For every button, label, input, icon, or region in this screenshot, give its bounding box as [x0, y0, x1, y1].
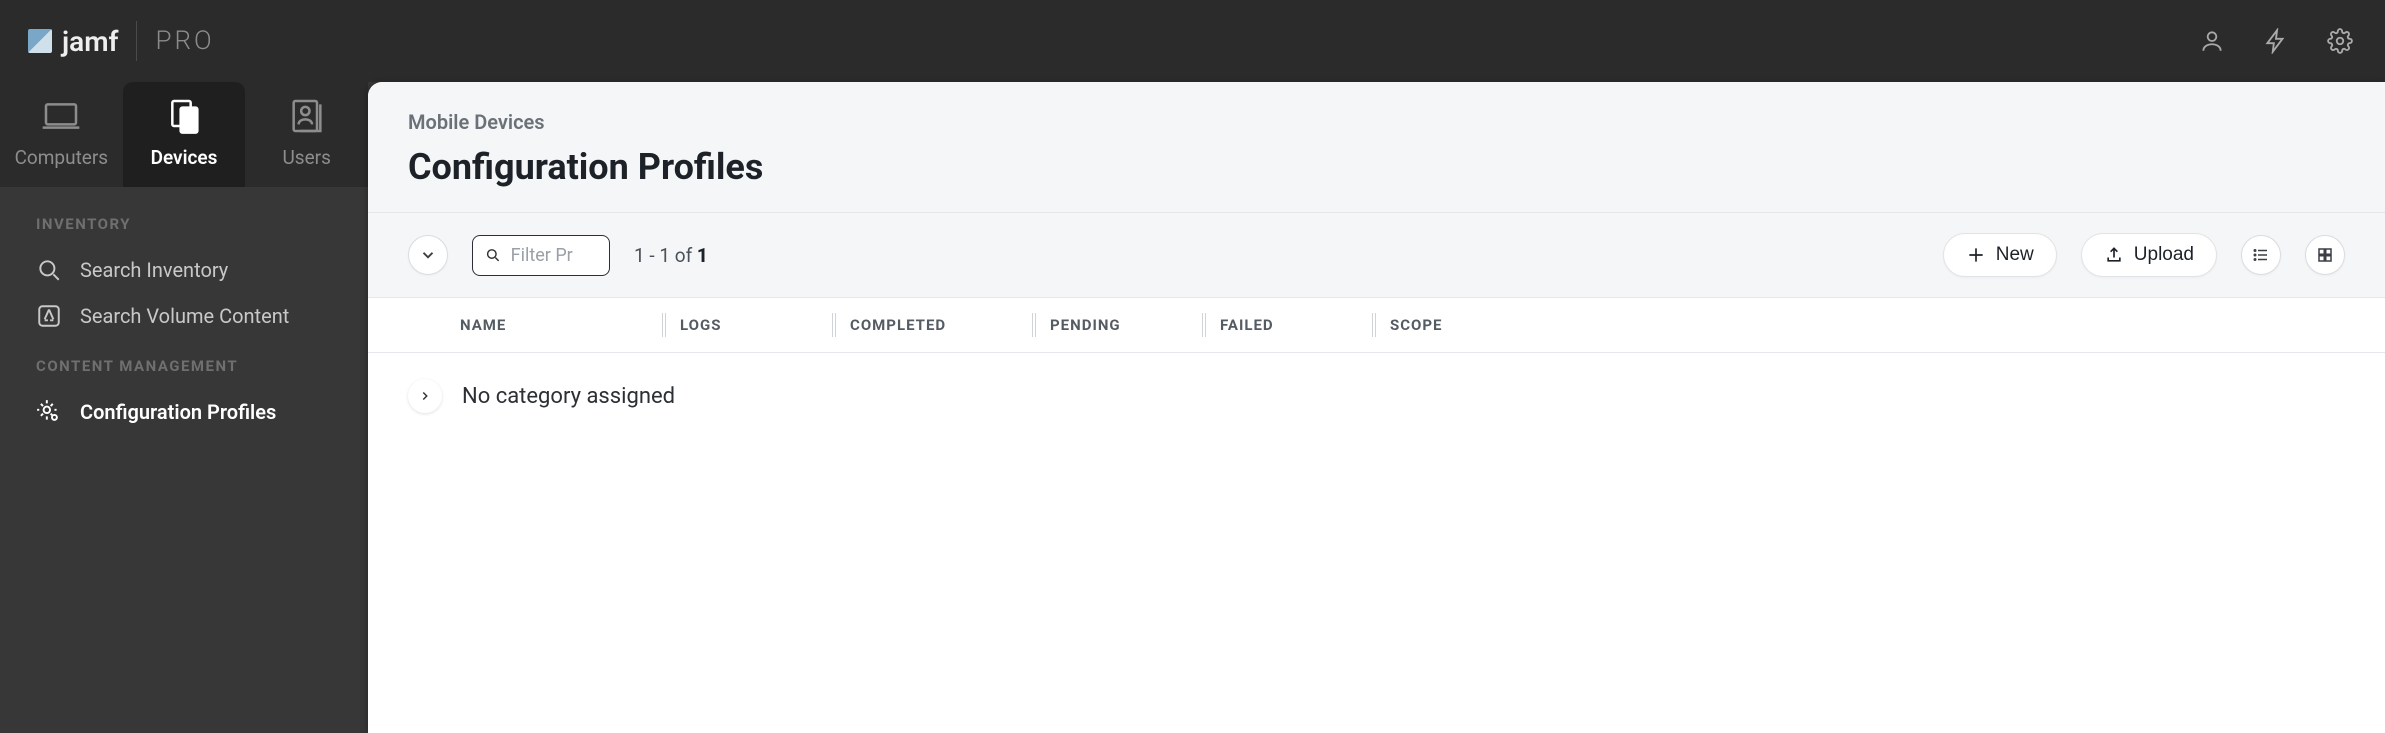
chevron-right-icon	[418, 389, 432, 403]
sidebar-item-label: Search Volume Content	[80, 304, 289, 328]
brand: jamf PRO	[28, 21, 215, 61]
sidebar-heading-inventory: INVENTORY	[0, 215, 368, 247]
sidebar-item-search-volume-content[interactable]: Search Volume Content	[0, 293, 368, 339]
new-button[interactable]: New	[1943, 233, 2057, 277]
th-label: COMPLETED	[850, 316, 946, 334]
th-logs[interactable]: LOGS	[668, 316, 838, 334]
activity-button[interactable]	[2259, 24, 2293, 58]
th-label: FAILED	[1220, 316, 1274, 334]
tab-devices[interactable]: Devices	[123, 82, 246, 187]
lightning-icon	[2263, 28, 2289, 54]
sidebar-item-label: Search Inventory	[80, 258, 228, 282]
content-area: Mobile Devices Configuration Profiles 1 …	[368, 82, 2385, 733]
th-label: PENDING	[1050, 316, 1121, 334]
table-group-row: No category assigned	[368, 353, 2385, 439]
filter-input[interactable]	[509, 244, 597, 267]
top-actions	[2195, 24, 2357, 58]
top-header: jamf PRO	[0, 0, 2385, 82]
grid-icon	[2316, 246, 2334, 264]
list-icon	[2252, 246, 2270, 264]
brand-divider	[136, 21, 137, 61]
th-label: LOGS	[680, 316, 721, 334]
new-label: New	[1996, 244, 2034, 266]
gear-small-icon	[36, 399, 62, 425]
tab-label: Computers	[15, 146, 109, 169]
tab-users[interactable]: Users	[245, 82, 368, 187]
page-title: Configuration Profiles	[408, 146, 2345, 188]
main-row: Computers Devices Users INVENTORY Search…	[0, 82, 2385, 733]
toolbar: 1 - 1 of 1 New Upload	[368, 213, 2385, 298]
expand-group-button[interactable]	[408, 379, 442, 413]
account-button[interactable]	[2195, 24, 2229, 58]
grid-view-button[interactable]	[2305, 235, 2345, 275]
column-resize-handle[interactable]	[660, 312, 668, 338]
settings-button[interactable]	[2323, 24, 2357, 58]
column-resize-handle[interactable]	[1030, 312, 1038, 338]
th-completed[interactable]: COMPLETED	[838, 316, 1038, 334]
group-label: No category assigned	[462, 384, 675, 409]
page-header: Mobile Devices Configuration Profiles	[368, 82, 2385, 213]
collapse-all-button[interactable]	[408, 235, 448, 275]
brand-name: jamf	[62, 25, 118, 58]
sidebar-item-search-inventory[interactable]: Search Inventory	[0, 247, 368, 293]
tab-label: Users	[282, 146, 330, 169]
th-scope[interactable]: SCOPE	[1378, 316, 2385, 334]
nav-tabs: Computers Devices Users	[0, 82, 368, 187]
brand-suffix: PRO	[155, 26, 214, 56]
sidebar-section-content-management: CONTENT MANAGEMENT Configuration Profile…	[0, 339, 368, 435]
list-view-button[interactable]	[2241, 235, 2281, 275]
th-failed[interactable]: FAILED	[1208, 316, 1378, 334]
chevron-down-icon	[419, 246, 437, 264]
sidebar-heading-content-management: CONTENT MANAGEMENT	[0, 357, 368, 389]
table-header-row: NAME LOGS COMPLETED PENDING FAILED	[368, 298, 2385, 353]
user-icon	[2199, 28, 2225, 54]
filter-box[interactable]	[472, 235, 610, 276]
logo-mark-icon	[28, 29, 52, 53]
upload-button[interactable]: Upload	[2081, 233, 2217, 277]
column-resize-handle[interactable]	[1370, 312, 1378, 338]
gear-icon	[2327, 28, 2353, 54]
laptop-icon	[41, 96, 81, 136]
count-prefix: 1 - 1 of	[634, 244, 697, 267]
count-total: 1	[697, 244, 708, 267]
sidebar-item-label: Configuration Profiles	[80, 400, 276, 424]
tab-computers[interactable]: Computers	[0, 82, 123, 187]
result-count: 1 - 1 of 1	[634, 244, 708, 267]
devices-icon	[164, 96, 204, 136]
column-resize-handle[interactable]	[830, 312, 838, 338]
upload-icon	[2104, 245, 2124, 265]
sidebar: Computers Devices Users INVENTORY Search…	[0, 82, 368, 733]
plus-icon	[1966, 245, 1986, 265]
users-icon	[287, 96, 327, 136]
sidebar-item-configuration-profiles[interactable]: Configuration Profiles	[0, 389, 368, 435]
th-name[interactable]: NAME	[448, 316, 668, 334]
app-store-icon	[36, 303, 62, 329]
app-root: jamf PRO Computers	[0, 0, 2385, 733]
sidebar-section-inventory: INVENTORY Search Inventory Search Volume…	[0, 187, 368, 339]
search-icon	[36, 257, 62, 283]
th-expand	[368, 316, 448, 334]
th-label: SCOPE	[1390, 316, 1443, 334]
column-resize-handle[interactable]	[1200, 312, 1208, 338]
search-icon	[485, 245, 501, 265]
brand-logo: jamf	[28, 25, 118, 58]
tab-label: Devices	[151, 146, 218, 169]
th-pending[interactable]: PENDING	[1038, 316, 1208, 334]
breadcrumb: Mobile Devices	[408, 110, 2345, 134]
th-label: NAME	[460, 316, 506, 334]
upload-label: Upload	[2134, 244, 2194, 266]
